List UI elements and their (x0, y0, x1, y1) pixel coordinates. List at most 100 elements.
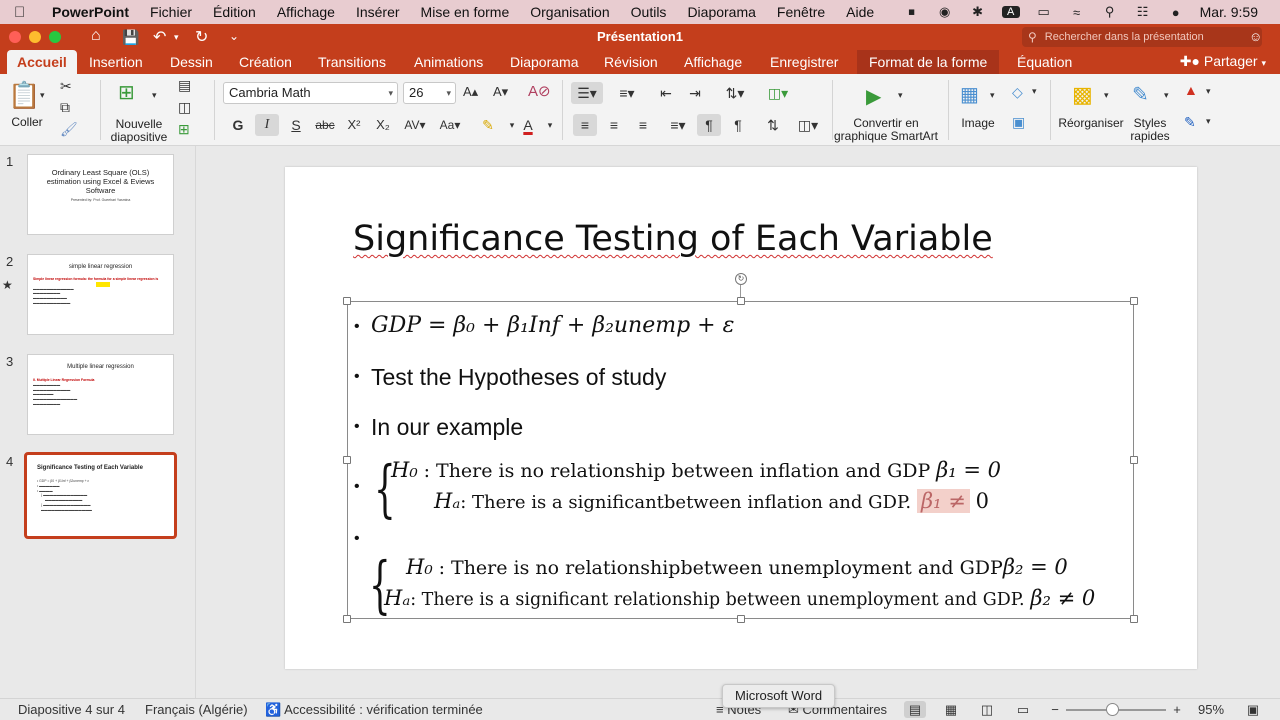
layout-icon[interactable]: ▤ (178, 77, 191, 94)
subscript-button[interactable]: X₂ (371, 114, 395, 136)
arrange-dropdown-icon[interactable]: ▾ (1104, 90, 1109, 101)
tab-revision[interactable]: Révision (604, 50, 658, 74)
resize-handle-bottom-right[interactable] (1130, 615, 1138, 623)
copy-icon[interactable]: ⧉ (60, 99, 70, 116)
shrink-font-icon[interactable]: A▾ (493, 84, 508, 100)
resize-handle-top-right[interactable] (1130, 297, 1138, 305)
input-source-icon[interactable]: A (1001, 6, 1020, 18)
grow-font-icon[interactable]: A▴ (463, 84, 478, 100)
shape-outline-icon[interactable]: ✎ (1184, 114, 1196, 131)
textbox-icon[interactable]: ▣ (1012, 114, 1025, 131)
resize-handle-left[interactable] (343, 456, 351, 464)
menu-app-name[interactable]: PowerPoint (52, 4, 129, 20)
strikethrough-button[interactable]: abc (313, 114, 337, 136)
slide-thumbnails-pane[interactable]: 1 Ordinary Least Square (OLS) estimation… (0, 146, 196, 698)
tab-accueil[interactable]: Accueil (7, 50, 77, 74)
font-color-icon[interactable]: A (516, 114, 540, 136)
reset-icon[interactable]: ◫ (178, 99, 191, 116)
cut-icon[interactable]: ✂ (60, 78, 72, 95)
wifi-icon[interactable]: ≈ (1068, 5, 1086, 20)
shape-fill-dropdown-icon[interactable]: ▾ (1206, 86, 1211, 97)
spotlight-search-icon[interactable]: ⚲ (1101, 4, 1119, 20)
italic-button[interactable]: I (255, 114, 279, 136)
menu-organisation[interactable]: Organisation (530, 4, 609, 20)
align-left-icon[interactable]: ≡ (573, 114, 597, 136)
menu-outils[interactable]: Outils (631, 4, 667, 20)
increase-indent-icon[interactable]: ⇥ (683, 82, 707, 104)
shape-fill-icon[interactable]: ▲ (1184, 82, 1198, 98)
slide-thumbnail-3[interactable]: Multiple linear regression II. Multiple … (27, 354, 174, 435)
tab-transitions[interactable]: Transitions (318, 50, 386, 74)
font-color-dropdown-icon[interactable]: ▾ (538, 114, 562, 136)
tab-enregistrer[interactable]: Enregistrer (770, 50, 838, 74)
image-icon[interactable]: ▦ (960, 82, 979, 107)
shapes-icon[interactable]: ◇ (1012, 84, 1023, 101)
character-spacing-icon[interactable]: AV▾ (403, 114, 427, 136)
menu-diaporama[interactable]: Diaporama (687, 4, 755, 20)
image-label[interactable]: Image (956, 117, 1000, 130)
resize-handle-top[interactable] (737, 297, 745, 305)
ltr-text-icon[interactable]: ¶ (697, 114, 721, 136)
numbering-icon[interactable]: ≡▾ (611, 82, 643, 104)
normal-view-icon[interactable]: ▤ (904, 701, 926, 718)
tab-equation[interactable]: Équation (1017, 50, 1072, 74)
quick-styles-dropdown-icon[interactable]: ▾ (1164, 90, 1169, 101)
paste-label[interactable]: Coller (8, 116, 46, 129)
tab-dessin[interactable]: Dessin (170, 50, 213, 74)
control-center-icon[interactable]: ☷ (1134, 4, 1152, 20)
align-right-icon[interactable]: ≡ (631, 114, 655, 136)
slideshow-icon[interactable]: ▭ (1012, 701, 1034, 718)
smartart-dropdown-icon[interactable]: ▾ (898, 90, 903, 101)
align-center-icon[interactable]: ≡ (602, 114, 626, 136)
search-input[interactable]: ⚲ Rechercher dans la présentation (1022, 27, 1262, 47)
tab-diaporama[interactable]: Diaporama (510, 50, 578, 74)
feedback-icon[interactable]: ☺ (1249, 29, 1262, 44)
tab-format-de-la-forme[interactable]: Format de la forme (857, 50, 1000, 74)
tab-animations[interactable]: Animations (414, 50, 483, 74)
clear-formatting-icon[interactable]: A⊘ (528, 82, 551, 100)
zoom-in-icon[interactable]: + (1166, 701, 1188, 718)
font-size-select[interactable]: 26 ▾ (403, 82, 456, 104)
tab-creation[interactable]: Création (239, 50, 292, 74)
resize-handle-bottom-left[interactable] (343, 615, 351, 623)
decrease-indent-icon[interactable]: ⇤ (654, 82, 678, 104)
menu-edition[interactable]: Édition (213, 4, 256, 20)
battery-icon[interactable]: ▭ (1035, 4, 1053, 20)
new-slide-dropdown-icon[interactable]: ▾ (152, 90, 157, 101)
menu-inserer[interactable]: Insérer (356, 4, 400, 20)
bluetooth-icon[interactable]: ✱ (969, 4, 987, 20)
menu-mise-en-forme[interactable]: Mise en forme (421, 4, 510, 20)
menu-affichage[interactable]: Affichage (277, 4, 335, 20)
line-spacing-icon[interactable]: ⇅▾ (718, 82, 752, 104)
rtl-text-icon[interactable]: ¶ (726, 114, 750, 136)
stop-record-icon[interactable]: ⏹ (903, 4, 921, 20)
bold-button[interactable]: G (226, 114, 250, 136)
paste-dropdown-icon[interactable]: ▾ (40, 90, 45, 101)
language-indicator[interactable]: Français (Algérie) (145, 702, 248, 717)
reading-view-icon[interactable]: ◫ (976, 701, 998, 718)
shape-outline-dropdown-icon[interactable]: ▾ (1206, 116, 1211, 127)
slide-title[interactable]: Significance Testing of Each Variable (353, 219, 993, 259)
quick-styles-icon[interactable]: ✎ (1132, 82, 1149, 107)
fit-to-window-icon[interactable]: ▣ (1242, 701, 1264, 718)
new-slide-icon[interactable]: ⊞ (118, 80, 135, 105)
change-case-icon[interactable]: Aa▾ (438, 114, 462, 136)
resize-handle-bottom[interactable] (737, 615, 745, 623)
arrange-icon[interactable]: ▩ (1072, 82, 1093, 108)
zoom-out-icon[interactable]: − (1044, 701, 1066, 718)
apple-icon[interactable]:  (14, 4, 32, 21)
bullets-icon[interactable]: ☰▾ (571, 82, 603, 104)
slide-thumbnail-4[interactable]: Significance Testing of Each Variable • … (24, 452, 177, 539)
new-slide-label[interactable]: Nouvelle diapositive (108, 118, 170, 144)
zoom-slider-thumb[interactable] (1106, 703, 1119, 716)
menubar-clock[interactable]: Mar. 9:59 (1200, 4, 1258, 20)
section-icon[interactable]: ⊞ (178, 121, 190, 138)
resize-handle-top-left[interactable] (343, 297, 351, 305)
share-button[interactable]: ✚● Partager ▾ (1180, 50, 1266, 74)
menu-fenetre[interactable]: Fenêtre (777, 4, 825, 20)
text-direction-icon[interactable]: ⇅ (760, 114, 786, 136)
smartart-icon[interactable]: ▶ (866, 84, 881, 109)
align-text-icon[interactable]: ◫▾ (790, 114, 826, 136)
tab-affichage[interactable]: Affichage (684, 50, 742, 74)
columns-icon[interactable]: ◫▾ (762, 82, 794, 104)
